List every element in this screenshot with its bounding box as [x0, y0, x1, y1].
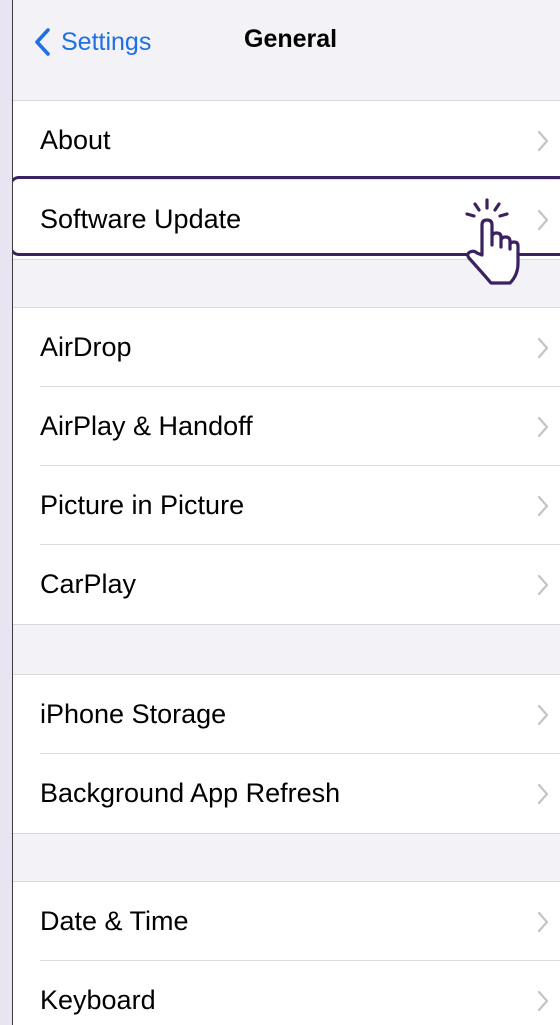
chevron-right-icon [537, 495, 549, 516]
row-airplay-handoff[interactable]: AirPlay & Handoff [13, 387, 560, 466]
row-label: About [40, 125, 111, 155]
back-button-label: Settings [61, 27, 152, 56]
row-keyboard[interactable]: Keyboard [13, 961, 560, 1025]
chevron-left-icon [35, 28, 50, 56]
row-label: CarPlay [40, 569, 137, 599]
row-picture-in-picture[interactable]: Picture in Picture [13, 466, 560, 545]
settings-group-storage: iPhone Storage Background App Refresh [13, 674, 560, 834]
page-title: General [244, 25, 338, 53]
chevron-right-icon [537, 416, 549, 437]
row-label: AirPlay & Handoff [40, 411, 253, 441]
chevron-right-icon [537, 337, 549, 358]
chevron-right-icon [537, 990, 549, 1011]
row-label: AirDrop [40, 332, 132, 362]
row-carplay[interactable]: CarPlay [13, 545, 560, 624]
row-label: Background App Refresh [40, 778, 341, 808]
settings-group-locale: Date & Time Keyboard [13, 881, 560, 1025]
back-button[interactable]: Settings [31, 22, 151, 62]
row-about[interactable]: About [13, 101, 560, 180]
row-background-app-refresh[interactable]: Background App Refresh [13, 754, 560, 833]
row-date-time[interactable]: Date & Time [13, 882, 560, 961]
row-label: iPhone Storage [40, 699, 227, 729]
settings-group-connectivity: AirDrop AirPlay & Handoff Picture in Pic… [13, 307, 560, 625]
chevron-right-icon [537, 783, 549, 804]
row-label: Picture in Picture [40, 490, 245, 520]
row-airdrop[interactable]: AirDrop [13, 308, 560, 387]
row-label: Date & Time [40, 906, 189, 936]
settings-screen: Settings General About Software Update A… [12, 0, 560, 1025]
hand-tap-icon [465, 198, 520, 285]
navigation-bar: Settings General [13, 0, 560, 80]
chevron-right-icon [537, 209, 549, 230]
chevron-right-icon [537, 911, 549, 932]
row-iphone-storage[interactable]: iPhone Storage [13, 675, 560, 754]
chevron-right-icon [537, 130, 549, 151]
row-label: Software Update [40, 204, 242, 234]
chevron-right-icon [537, 704, 549, 725]
chevron-right-icon [537, 574, 549, 595]
row-label: Keyboard [40, 985, 156, 1015]
